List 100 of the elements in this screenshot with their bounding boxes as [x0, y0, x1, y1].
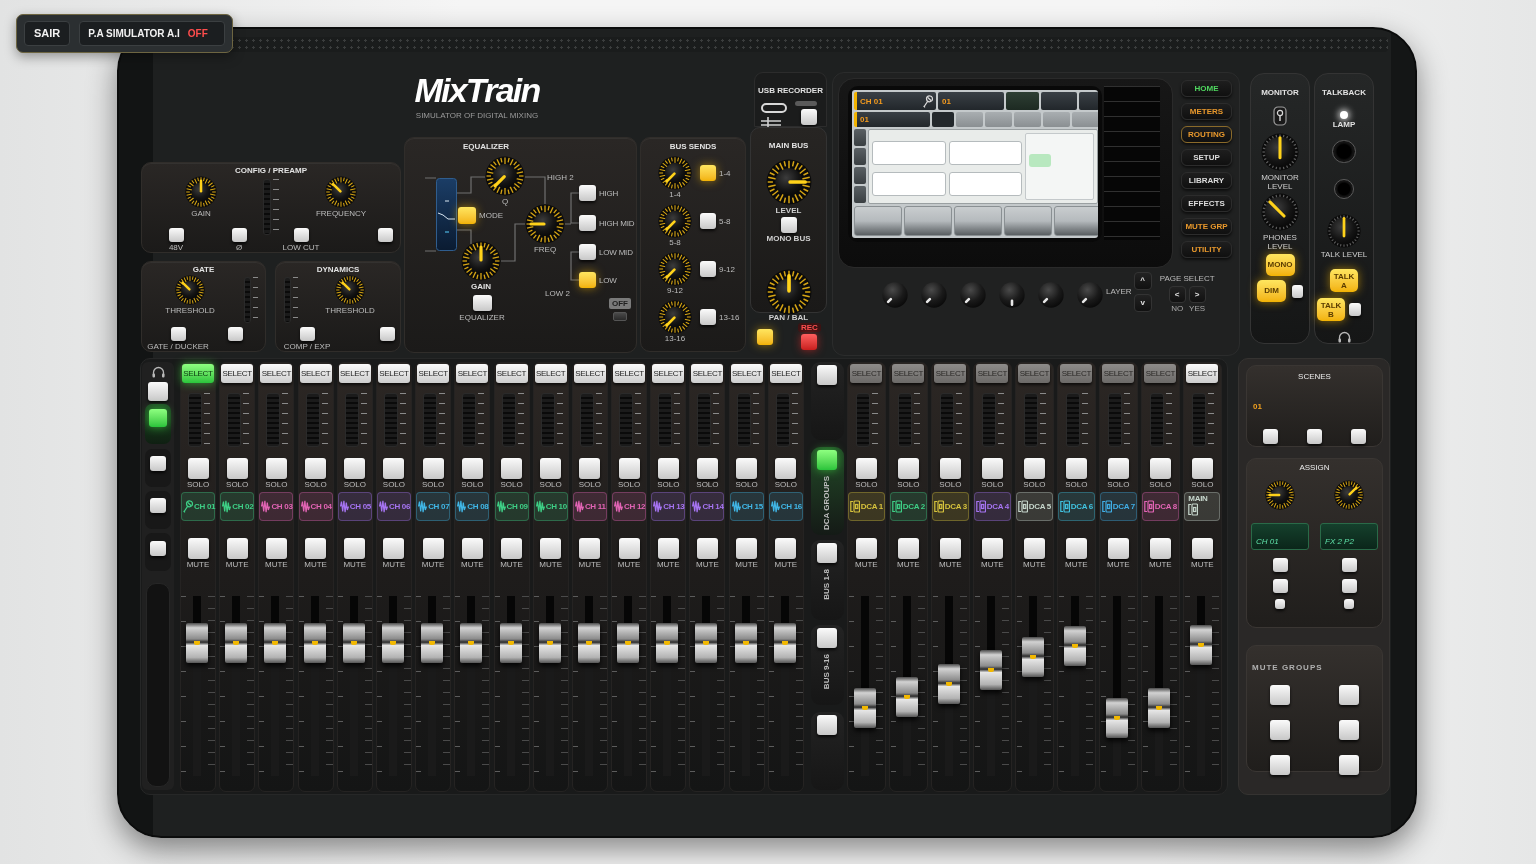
- push-button[interactable]: [293, 228, 309, 242]
- mute-button[interactable]: [736, 538, 758, 559]
- bus-send-button[interactable]: [700, 213, 716, 229]
- screen-menu-button[interactable]: UTILITY: [1181, 241, 1232, 258]
- scene-button[interactable]: [1351, 429, 1366, 444]
- select-button[interactable]: SELECT: [976, 364, 1009, 383]
- fader-knob[interactable]: [773, 622, 796, 663]
- scene-button[interactable]: [1263, 429, 1278, 444]
- rotary-knob[interactable]: [765, 159, 812, 205]
- rotary-knob[interactable]: [1261, 193, 1299, 231]
- band-button[interactable]: [579, 244, 596, 260]
- mute-button[interactable]: [344, 538, 366, 559]
- push-button[interactable]: [168, 228, 184, 242]
- solo-button[interactable]: [939, 458, 961, 479]
- push-button[interactable]: [377, 228, 393, 242]
- push-button[interactable]: [227, 327, 243, 341]
- layer-down-button[interactable]: v: [1133, 294, 1152, 312]
- assign-button[interactable]: [1272, 558, 1288, 572]
- mute-button[interactable]: [265, 538, 287, 559]
- screen-menu-button[interactable]: ROUTING: [1181, 126, 1232, 143]
- fader-knob[interactable]: [854, 687, 877, 728]
- solo-button[interactable]: [187, 458, 209, 479]
- fader-knob[interactable]: [980, 649, 1003, 690]
- screen-menu-button[interactable]: METERS: [1181, 103, 1232, 120]
- fader-knob[interactable]: [225, 622, 248, 663]
- solo-button[interactable]: [461, 458, 483, 479]
- select-button[interactable]: SELECT: [260, 364, 293, 383]
- fader-knob[interactable]: [1190, 624, 1213, 665]
- assign-button[interactable]: [1341, 558, 1357, 572]
- fader-knob[interactable]: [938, 664, 961, 705]
- rotary-knob[interactable]: [1327, 214, 1361, 248]
- mute-button[interactable]: [422, 538, 444, 559]
- dim-button[interactable]: DIM: [1257, 280, 1286, 302]
- solo-button[interactable]: [579, 458, 601, 479]
- mute-button[interactable]: [696, 538, 718, 559]
- fader-knob[interactable]: [617, 622, 640, 663]
- select-button[interactable]: SELECT: [934, 364, 967, 383]
- mute-button[interactable]: [1023, 538, 1045, 559]
- fader-knob[interactable]: [342, 622, 365, 663]
- rotary-knob[interactable]: [175, 275, 205, 305]
- band-button[interactable]: [579, 215, 596, 231]
- rotary-knob[interactable]: [525, 204, 565, 244]
- mute-button[interactable]: [1065, 538, 1087, 559]
- page-prev-button[interactable]: <: [1168, 286, 1186, 303]
- fader-knob[interactable]: [734, 622, 757, 663]
- rotary-knob[interactable]: [485, 156, 525, 196]
- push-button[interactable]: [1349, 303, 1361, 316]
- rotary-knob[interactable]: [658, 204, 692, 238]
- push-button[interactable]: [379, 327, 395, 341]
- assign-button[interactable]: [1344, 599, 1354, 609]
- bus-send-button[interactable]: [700, 165, 716, 181]
- talk-b-button[interactable]: TALK B: [1317, 298, 1345, 321]
- fader-knob[interactable]: [896, 676, 919, 717]
- fader-knob[interactable]: [1148, 687, 1171, 728]
- solo-button[interactable]: [696, 458, 718, 479]
- screen-bottom-card[interactable]: [904, 206, 952, 236]
- mute-button[interactable]: [1149, 538, 1171, 559]
- solo-button[interactable]: [981, 458, 1003, 479]
- screen-menu-button[interactable]: LIBRARY: [1181, 172, 1232, 189]
- rec-button[interactable]: [801, 334, 818, 350]
- mono-bus-button[interactable]: [780, 217, 797, 233]
- solo-button[interactable]: [775, 458, 797, 479]
- select-button[interactable]: SELECT: [1144, 364, 1177, 383]
- solo-button[interactable]: [344, 458, 366, 479]
- screen-menu-button[interactable]: MUTE GRP: [1181, 218, 1232, 235]
- select-button[interactable]: SELECT: [1186, 364, 1219, 383]
- mute-button[interactable]: [383, 538, 405, 559]
- select-button[interactable]: SELECT: [534, 364, 567, 383]
- select-button[interactable]: SELECT: [221, 364, 254, 383]
- screen-bottom-card[interactable]: [854, 206, 902, 236]
- select-button[interactable]: SELECT: [850, 364, 883, 383]
- mute-button[interactable]: [305, 538, 327, 559]
- screen-menu-button[interactable]: SETUP: [1181, 149, 1232, 166]
- mute-button[interactable]: [855, 538, 877, 559]
- push-button[interactable]: [231, 228, 247, 242]
- select-button[interactable]: SELECT: [892, 364, 925, 383]
- band-button[interactable]: [579, 272, 596, 288]
- fader-knob[interactable]: [538, 622, 561, 663]
- solo-button[interactable]: [1023, 458, 1045, 479]
- solo-button[interactable]: [897, 458, 919, 479]
- mute-button[interactable]: [579, 538, 601, 559]
- fader-knob[interactable]: [460, 622, 483, 663]
- solo-button[interactable]: [422, 458, 444, 479]
- rotary-knob[interactable]: [1261, 133, 1299, 171]
- select-button[interactable]: SELECT: [182, 364, 214, 383]
- bypass-switch[interactable]: OFF: [609, 298, 631, 309]
- select-button[interactable]: SELECT: [456, 364, 489, 383]
- solo-button[interactable]: [657, 458, 679, 479]
- push-button[interactable]: [299, 327, 315, 341]
- fader-knob[interactable]: [577, 622, 600, 663]
- band-button[interactable]: [579, 185, 596, 201]
- layer-button[interactable]: [817, 365, 838, 385]
- layer-up-button[interactable]: ^: [1133, 272, 1152, 290]
- select-button[interactable]: SELECT: [613, 364, 646, 383]
- solo-button[interactable]: [855, 458, 877, 479]
- select-button[interactable]: SELECT: [338, 364, 371, 383]
- mute-button[interactable]: [1191, 538, 1213, 559]
- solo-button[interactable]: [618, 458, 640, 479]
- rotary-knob[interactable]: [325, 176, 357, 208]
- mono-button[interactable]: MONO: [1265, 254, 1295, 276]
